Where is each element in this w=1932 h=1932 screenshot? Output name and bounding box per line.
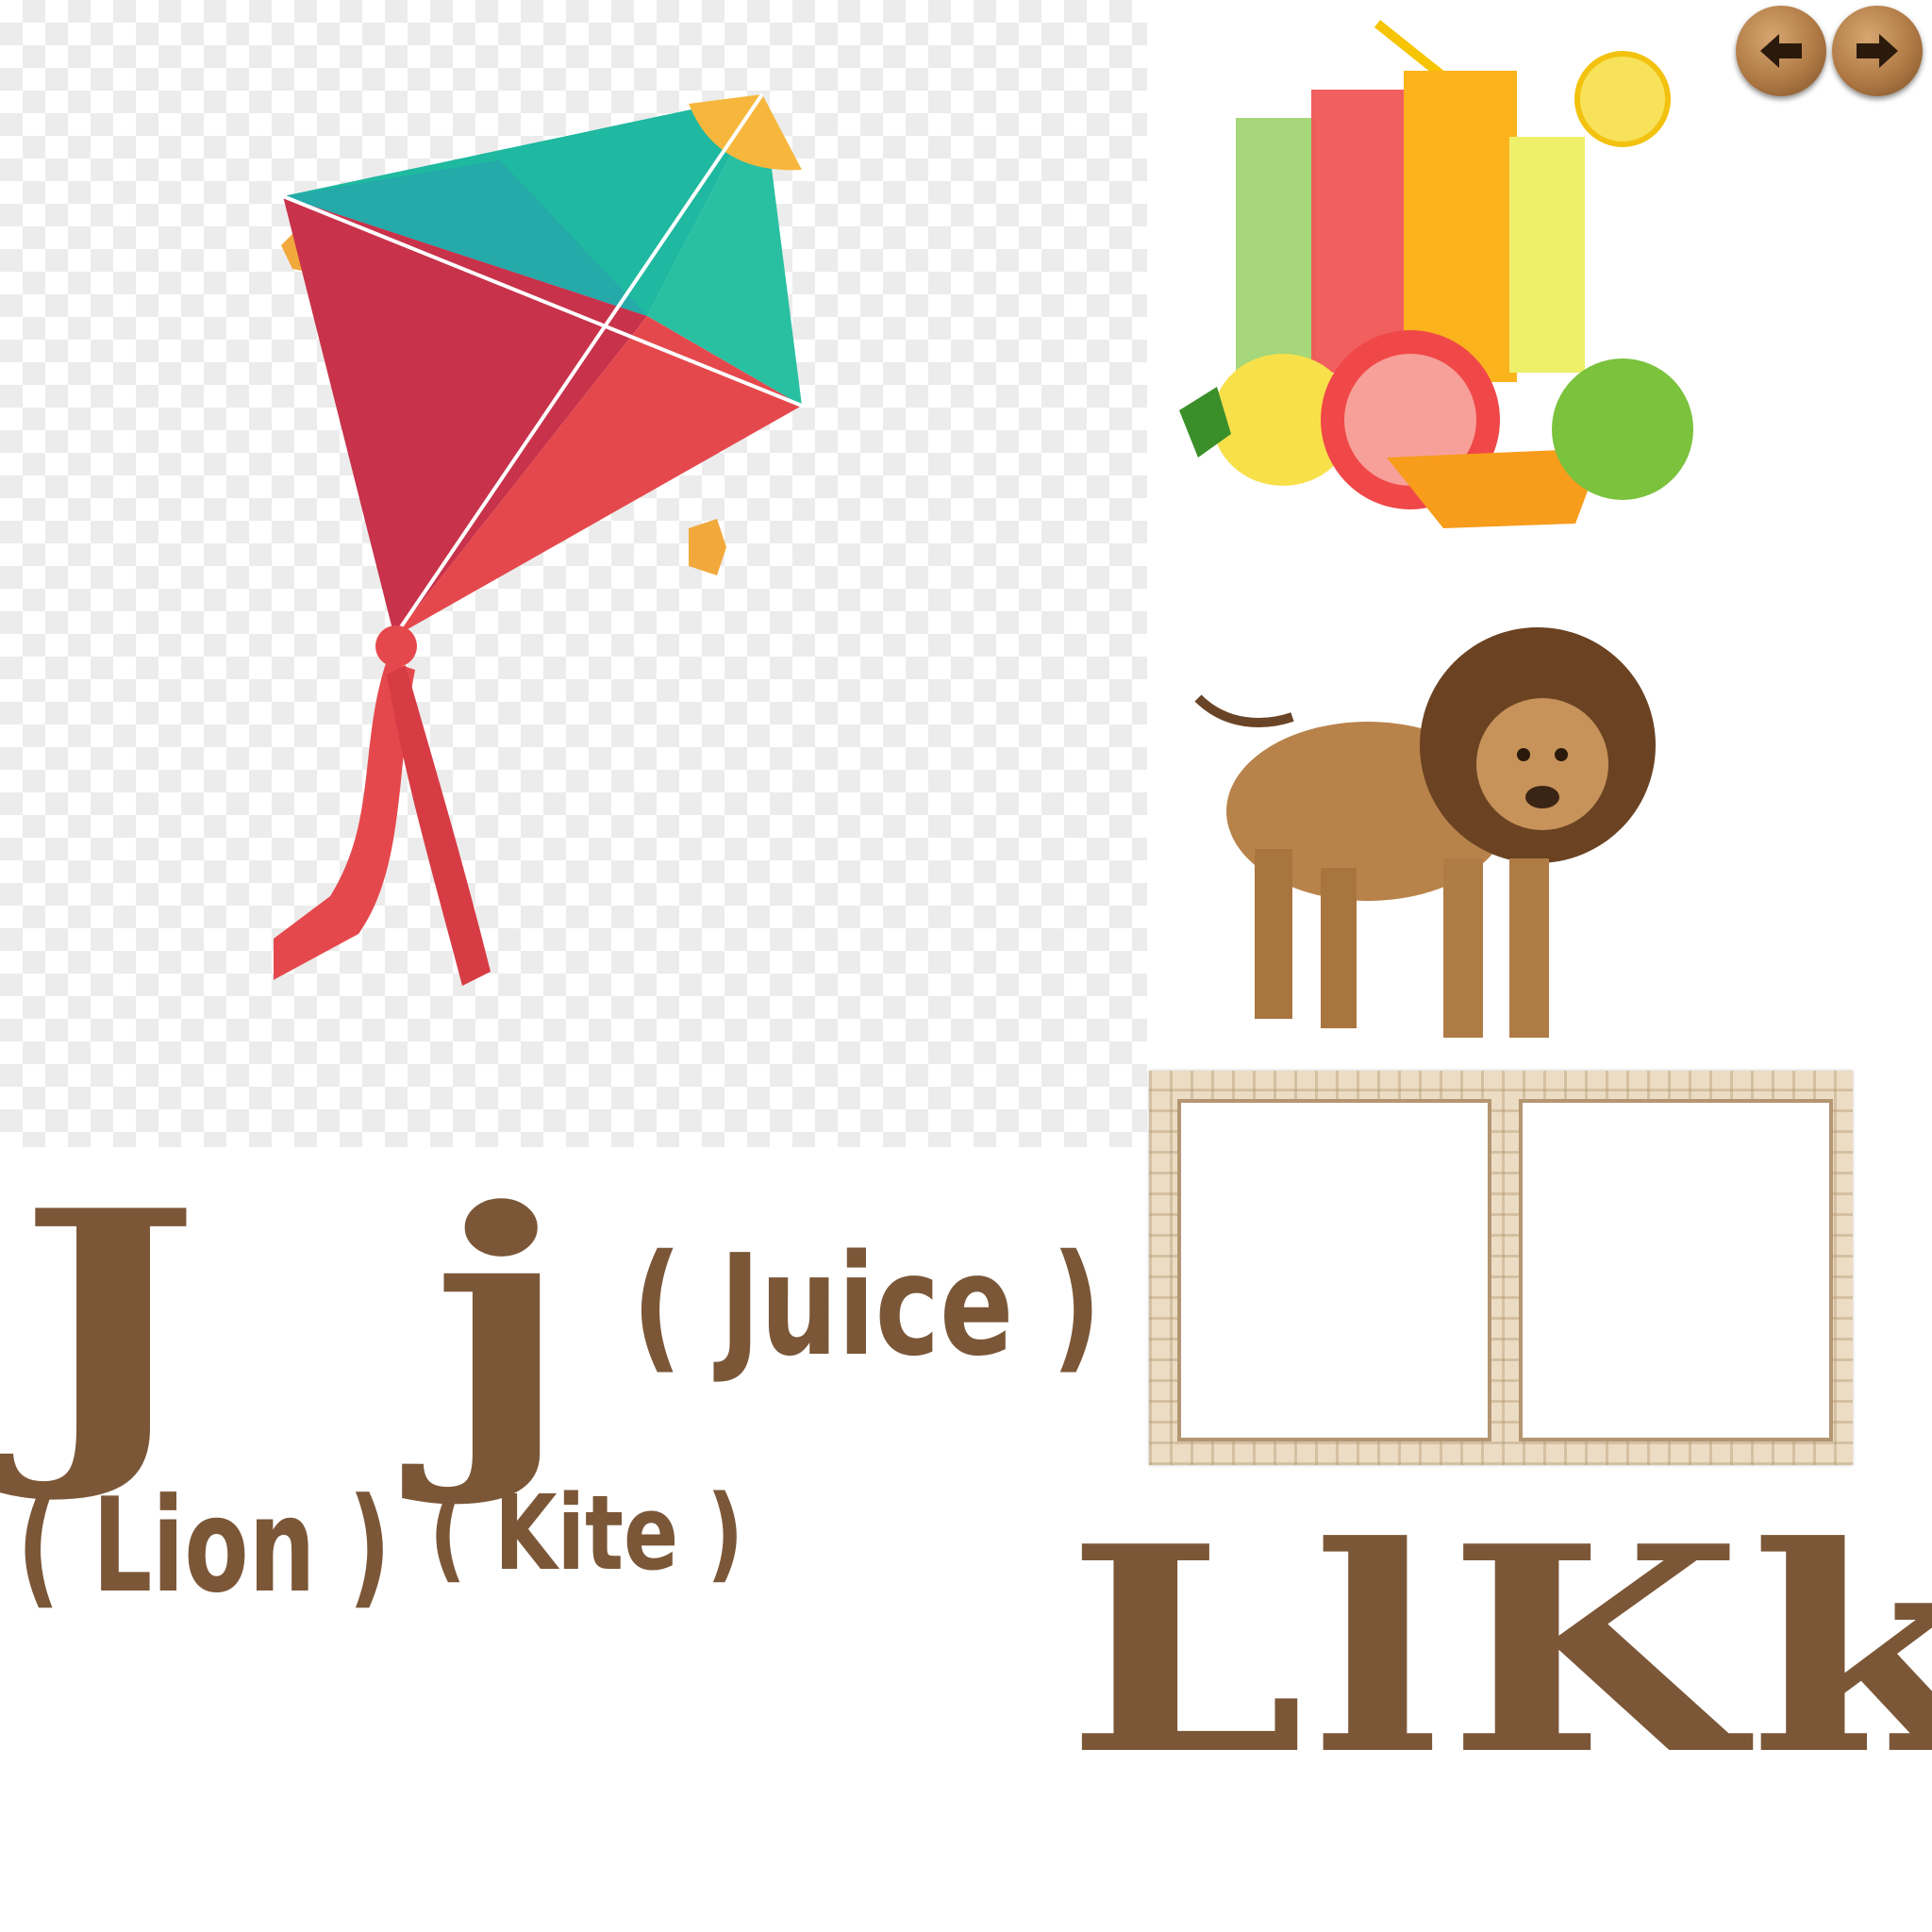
drop-slot-left[interactable] (1177, 1099, 1491, 1441)
kite-picture[interactable] (274, 85, 972, 1123)
letter-j-pair: J j (17, 1142, 620, 1508)
answer-frame (1149, 1071, 1853, 1465)
juice-picture[interactable] (1160, 14, 1707, 542)
lion-picture[interactable] (1189, 585, 1660, 1057)
arrow-right-icon (1857, 34, 1898, 68)
drop-slot-right[interactable] (1519, 1099, 1833, 1441)
word-lion[interactable]: ( Lion ) (17, 1481, 391, 1611)
letter-lk-pairs: LlKk (1066, 1484, 1932, 1817)
arrow-left-icon (1760, 34, 1802, 68)
previous-button[interactable] (1736, 6, 1826, 96)
word-kite[interactable]: ( Kite ) (429, 1481, 743, 1585)
next-button[interactable] (1832, 6, 1923, 96)
word-juice[interactable]: ( Juice ) (632, 1236, 1101, 1375)
